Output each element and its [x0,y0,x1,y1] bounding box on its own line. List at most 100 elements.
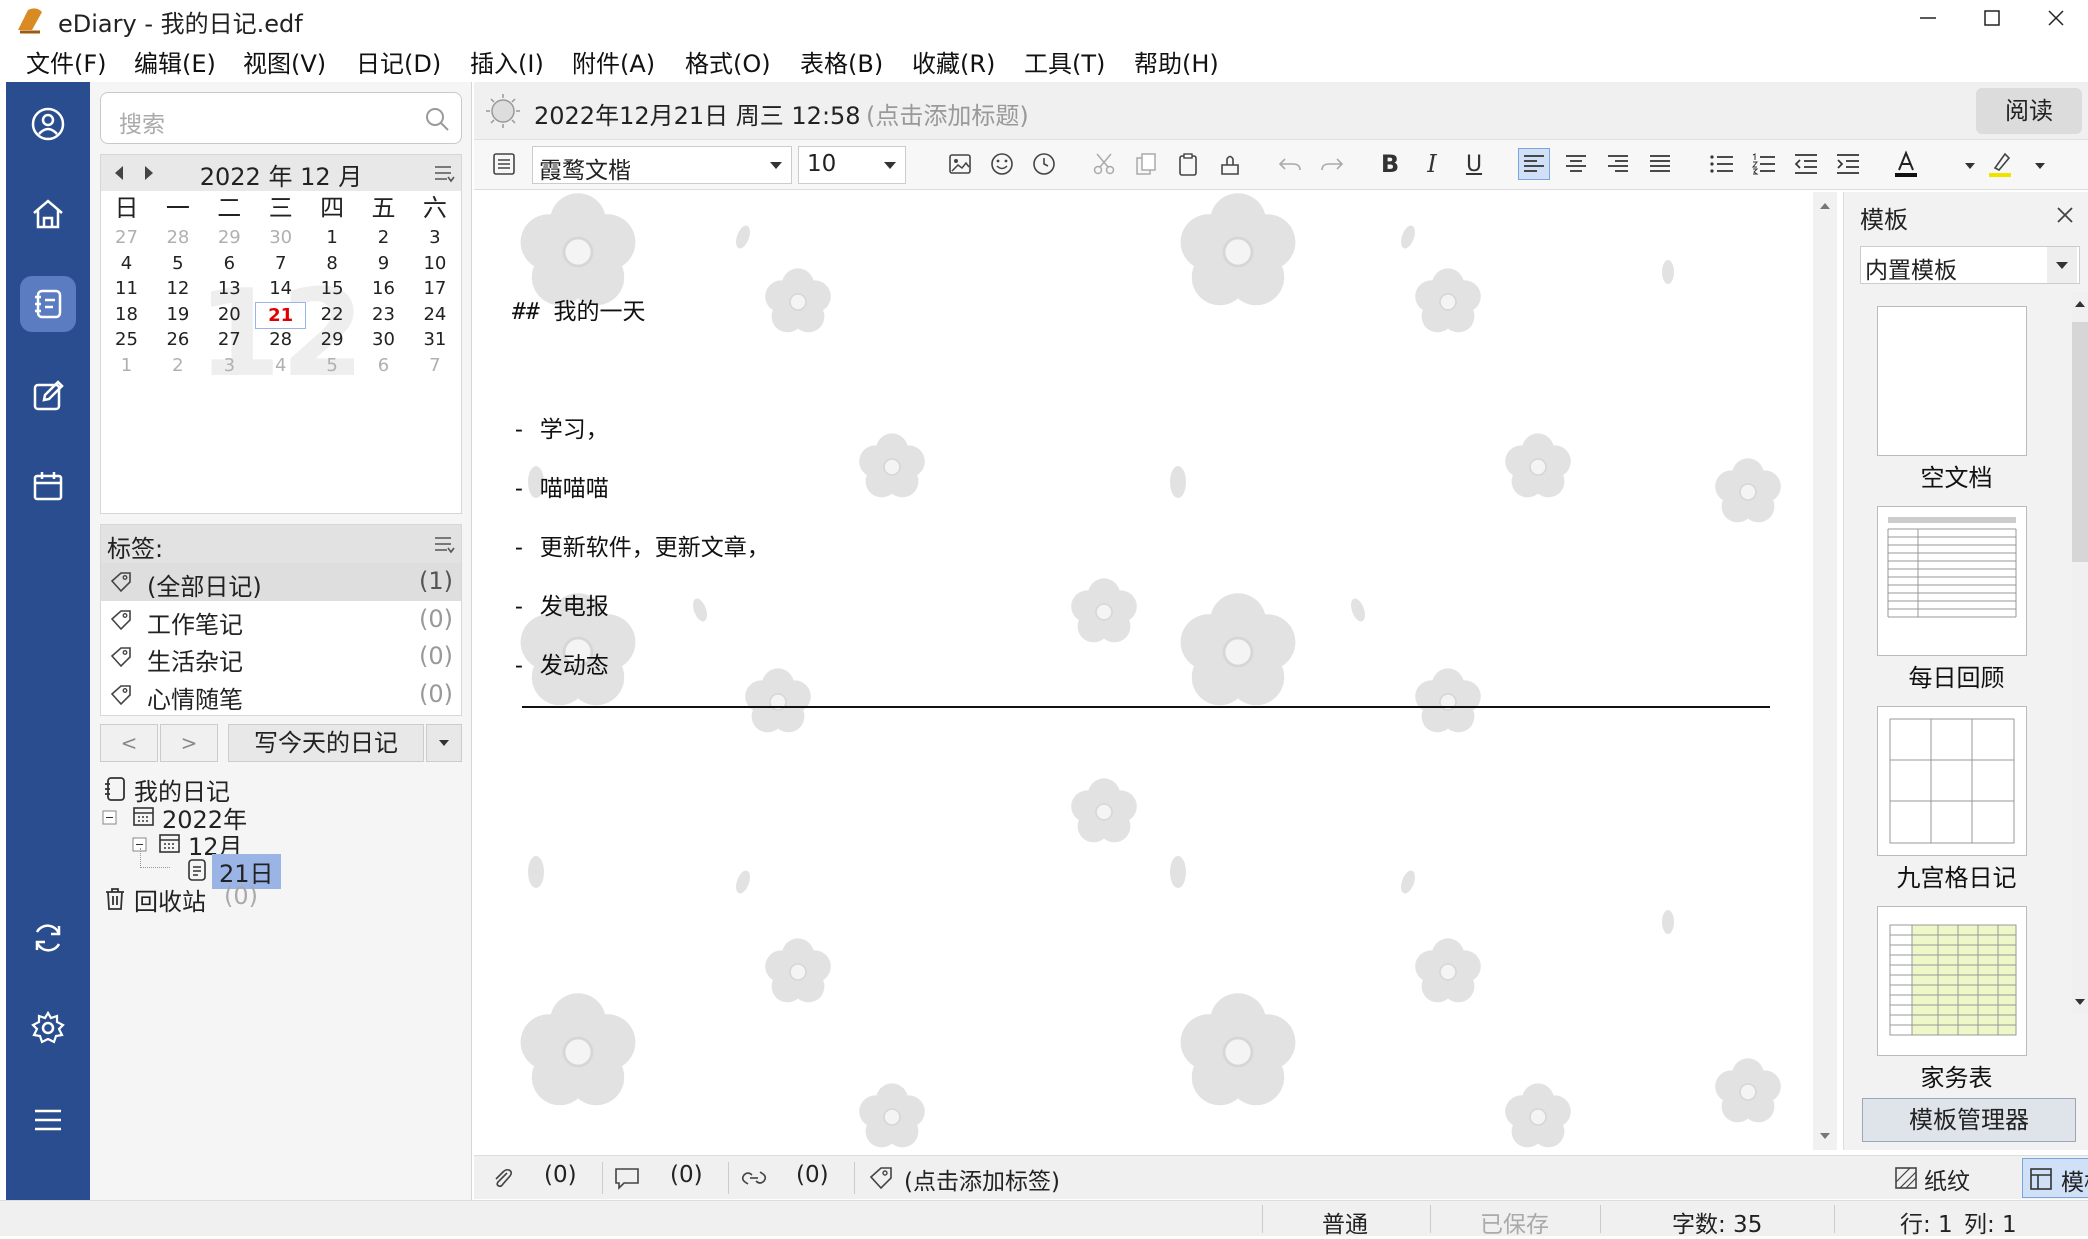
user-icon[interactable] [20,96,76,152]
calendar-day[interactable]: 25 [101,327,152,352]
prev-day-button[interactable]: < [100,724,158,762]
template-scrollbar[interactable] [2072,292,2088,1014]
calendar-day[interactable]: 21 [255,301,307,329]
calendar-day[interactable]: 3 [409,225,460,250]
scroll-up-icon[interactable] [1819,202,1831,210]
calendar-day[interactable]: 12 [152,276,203,301]
menu-hamburger-icon[interactable] [20,1092,76,1148]
menu-view[interactable]: 视图(V) [243,44,326,79]
calendar-day[interactable]: 2 [358,225,409,250]
calendar-day[interactable]: 5 [152,251,203,276]
align-right-icon[interactable] [1602,148,1634,180]
template-name[interactable]: 每日回顾 [1844,658,2069,693]
calendar-day[interactable]: 17 [409,276,460,301]
bullet-list-icon[interactable] [1706,148,1738,180]
calendar-day[interactable]: 4 [255,353,306,378]
attachment-count[interactable]: (0) [544,1162,577,1188]
menu-help[interactable]: 帮助(H) [1134,44,1219,79]
search-icon[interactable] [423,105,451,133]
comment-icon[interactable] [614,1166,640,1190]
calendar-day[interactable]: 9 [358,251,409,276]
calendar-day[interactable]: 28 [152,225,203,250]
italic-icon[interactable]: I [1416,148,1448,180]
template-name[interactable]: 九宫格日记 [1844,858,2069,893]
tag-icon[interactable] [868,1166,894,1190]
next-day-button[interactable]: > [160,724,218,762]
settings-gear-icon[interactable] [20,1000,76,1056]
image-icon[interactable] [944,148,976,180]
calendar-day[interactable]: 30 [255,225,306,250]
numbered-list-icon[interactable] [1748,148,1780,180]
calendar-day[interactable]: 7 [409,353,460,378]
calendar-day[interactable]: 22 [307,302,358,327]
tag-item[interactable]: (全部日记) (1) [101,563,461,601]
scroll-up-icon[interactable] [2074,300,2086,308]
calendar-day[interactable]: 1 [101,353,152,378]
tag-item[interactable]: 心情随笔 (0) [101,676,461,714]
calendar-day[interactable]: 26 [152,327,203,352]
calendar-day[interactable]: 24 [409,302,460,327]
size-select[interactable]: 10 [798,146,906,184]
calendar-day[interactable]: 6 [358,353,409,378]
edit-icon[interactable] [20,368,76,424]
tag-item[interactable]: 工作笔记 (0) [101,601,461,639]
tag-menu-icon[interactable] [433,534,455,554]
menu-diary[interactable]: 日记(D) [356,44,441,79]
calendar-menu-icon[interactable] [433,163,455,183]
paper-texture-button[interactable]: 纸纹 [1888,1158,1976,1196]
highlight-icon[interactable] [1984,148,2016,180]
sync-icon[interactable] [20,910,76,966]
align-center-icon[interactable] [1560,148,1592,180]
undo-icon[interactable] [1274,148,1306,180]
template-thumb-blank[interactable] [1877,306,2027,456]
font-color-icon[interactable] [1890,148,1922,180]
home-icon[interactable] [20,186,76,242]
calendar-day[interactable]: 14 [255,276,306,301]
calendar-day[interactable]: 28 [255,327,306,352]
write-today-dropdown[interactable] [426,724,462,762]
calendar-day[interactable]: 29 [307,327,358,352]
redo-icon[interactable] [1316,148,1348,180]
calendar-day[interactable]: 1 [307,225,358,250]
read-button[interactable]: 阅读 [1976,88,2082,134]
emoji-icon[interactable] [986,148,1018,180]
minimize-button[interactable] [1908,0,1948,36]
entry-title-input[interactable]: (点击添加标题) [866,96,1029,131]
calendar-day[interactable]: 30 [358,327,409,352]
menu-attach[interactable]: 附件(A) [572,44,655,79]
copy-icon[interactable] [1130,148,1162,180]
template-thumb-daily-review[interactable] [1877,506,2027,656]
calendar-day[interactable]: 16 [358,276,409,301]
template-toggle-button[interactable]: 模板 [2022,1158,2088,1198]
close-button[interactable] [2036,0,2076,36]
calendar-day[interactable]: 15 [307,276,358,301]
close-icon[interactable] [2056,206,2074,224]
search-input[interactable]: 搜索 [100,92,462,144]
scroll-down-icon[interactable] [1819,1132,1831,1140]
calendar-icon[interactable] [20,458,76,514]
paste-icon[interactable] [1172,148,1204,180]
calendar-day[interactable]: 27 [101,225,152,250]
align-left-icon[interactable] [1518,148,1550,180]
justify-icon[interactable] [1644,148,1676,180]
editor-scrollbar[interactable] [1813,192,1837,1150]
bold-icon[interactable]: B [1374,148,1406,180]
diary-icon[interactable] [20,276,76,332]
tag-item[interactable]: 生活杂记 (0) [101,638,461,676]
template-select[interactable]: 内置模板 [1860,246,2080,284]
editor-area[interactable]: ## 我的一天 - 学习， - 喵喵喵 - 更新软件，更新文章， - 发电报 -… [478,192,1813,1150]
chevron-down-icon[interactable] [1964,162,1976,170]
weather-icon[interactable] [484,92,522,130]
indent-icon[interactable] [1832,148,1864,180]
write-today-button[interactable]: 写今天的日记 [228,724,424,762]
menu-table[interactable]: 表格(B) [800,44,883,79]
chevron-down-icon[interactable] [2034,162,2046,170]
menu-file[interactable]: 文件(F) [26,44,107,79]
calendar-day[interactable]: 7 [255,251,306,276]
calendar-day[interactable]: 2 [152,353,203,378]
menu-insert[interactable]: 插入(I) [470,44,544,79]
calendar-day[interactable]: 27 [204,327,255,352]
template-manager-button[interactable]: 模板管理器 [1862,1098,2076,1142]
calendar-day[interactable]: 3 [204,353,255,378]
calendar-day[interactable]: 8 [307,251,358,276]
